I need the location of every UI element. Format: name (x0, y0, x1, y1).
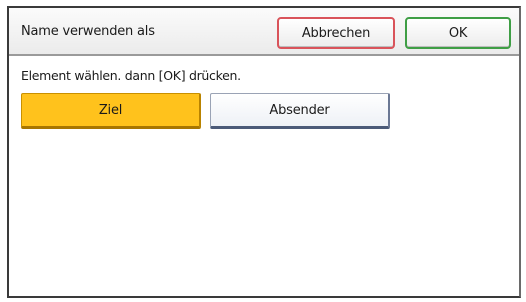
instruction-text: Element wählen. dann [OK] drücken. (21, 68, 241, 83)
dialog-panel: Name verwenden als Abbrechen OK Element … (7, 6, 521, 298)
cancel-button-label: Abbrechen (301, 25, 371, 41)
option-target-label: Ziel (98, 102, 123, 118)
ok-button-label: OK (448, 25, 468, 41)
option-target-button[interactable]: Ziel (21, 93, 201, 129)
dialog-title: Name verwenden als (21, 24, 155, 39)
option-sender-button[interactable]: Absender (210, 93, 390, 129)
option-sender-label: Absender (269, 102, 330, 118)
dialog-header: Name verwenden als Abbrechen OK (9, 8, 519, 56)
cancel-button[interactable]: Abbrechen (277, 17, 395, 49)
ok-button[interactable]: OK (405, 17, 511, 49)
